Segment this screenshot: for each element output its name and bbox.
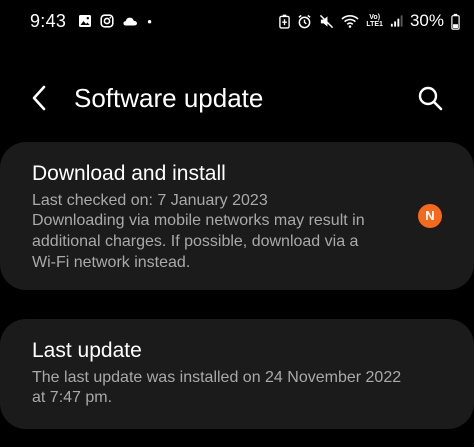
volte-label-top: Vo) bbox=[369, 14, 381, 21]
battery-percent: 30% bbox=[409, 11, 444, 30]
page-title: Software update bbox=[74, 83, 264, 113]
battery-icon bbox=[451, 13, 460, 30]
instagram-icon bbox=[100, 14, 114, 28]
battery-saver-icon bbox=[279, 14, 291, 29]
dot-icon bbox=[148, 20, 152, 24]
last-update-title: Last update bbox=[32, 339, 142, 362]
search-icon bbox=[418, 86, 443, 111]
status-right: Vo) LTE1 30% bbox=[279, 9, 460, 33]
alarm-icon bbox=[298, 14, 311, 28]
mute-icon bbox=[320, 14, 334, 28]
download-and-install-card[interactable]: Download and install Last checked on: 7 … bbox=[0, 142, 474, 290]
last-update-info-line-1: The last update was installed on 24 Nove… bbox=[32, 369, 402, 386]
last-update-card[interactable]: Last update The last update was installe… bbox=[0, 319, 474, 429]
gallery-icon bbox=[79, 15, 92, 27]
new-badge: N bbox=[418, 204, 442, 228]
mobile-network-notice-line-2: additional charges. If possible, downloa… bbox=[32, 233, 359, 250]
download-and-install-title: Download and install bbox=[32, 162, 226, 185]
volte-icon: Vo) LTE1 bbox=[366, 14, 383, 28]
back-button[interactable] bbox=[24, 82, 56, 114]
mobile-network-notice-line-1: Downloading via mobile networks may resu… bbox=[32, 212, 365, 229]
cloud-icon bbox=[123, 17, 138, 26]
wifi-icon bbox=[341, 15, 359, 28]
app-header: Software update bbox=[0, 70, 474, 126]
last-update-info-line-2: at 7:47 pm. bbox=[32, 389, 113, 406]
signal-icon bbox=[390, 15, 403, 27]
mobile-network-notice-line-3: Wi-Fi network instead. bbox=[32, 254, 191, 271]
volte-label-bottom: LTE1 bbox=[366, 21, 383, 28]
back-chevron-icon bbox=[32, 85, 46, 111]
status-bar: 9:43 Vo) LTE1 30% bbox=[0, 0, 474, 42]
last-checked-text: Last checked on: 7 January 2023 bbox=[32, 192, 268, 209]
status-time: 9:43 bbox=[30, 10, 67, 31]
status-left: 9:43 bbox=[30, 9, 156, 33]
search-button[interactable] bbox=[414, 83, 446, 115]
